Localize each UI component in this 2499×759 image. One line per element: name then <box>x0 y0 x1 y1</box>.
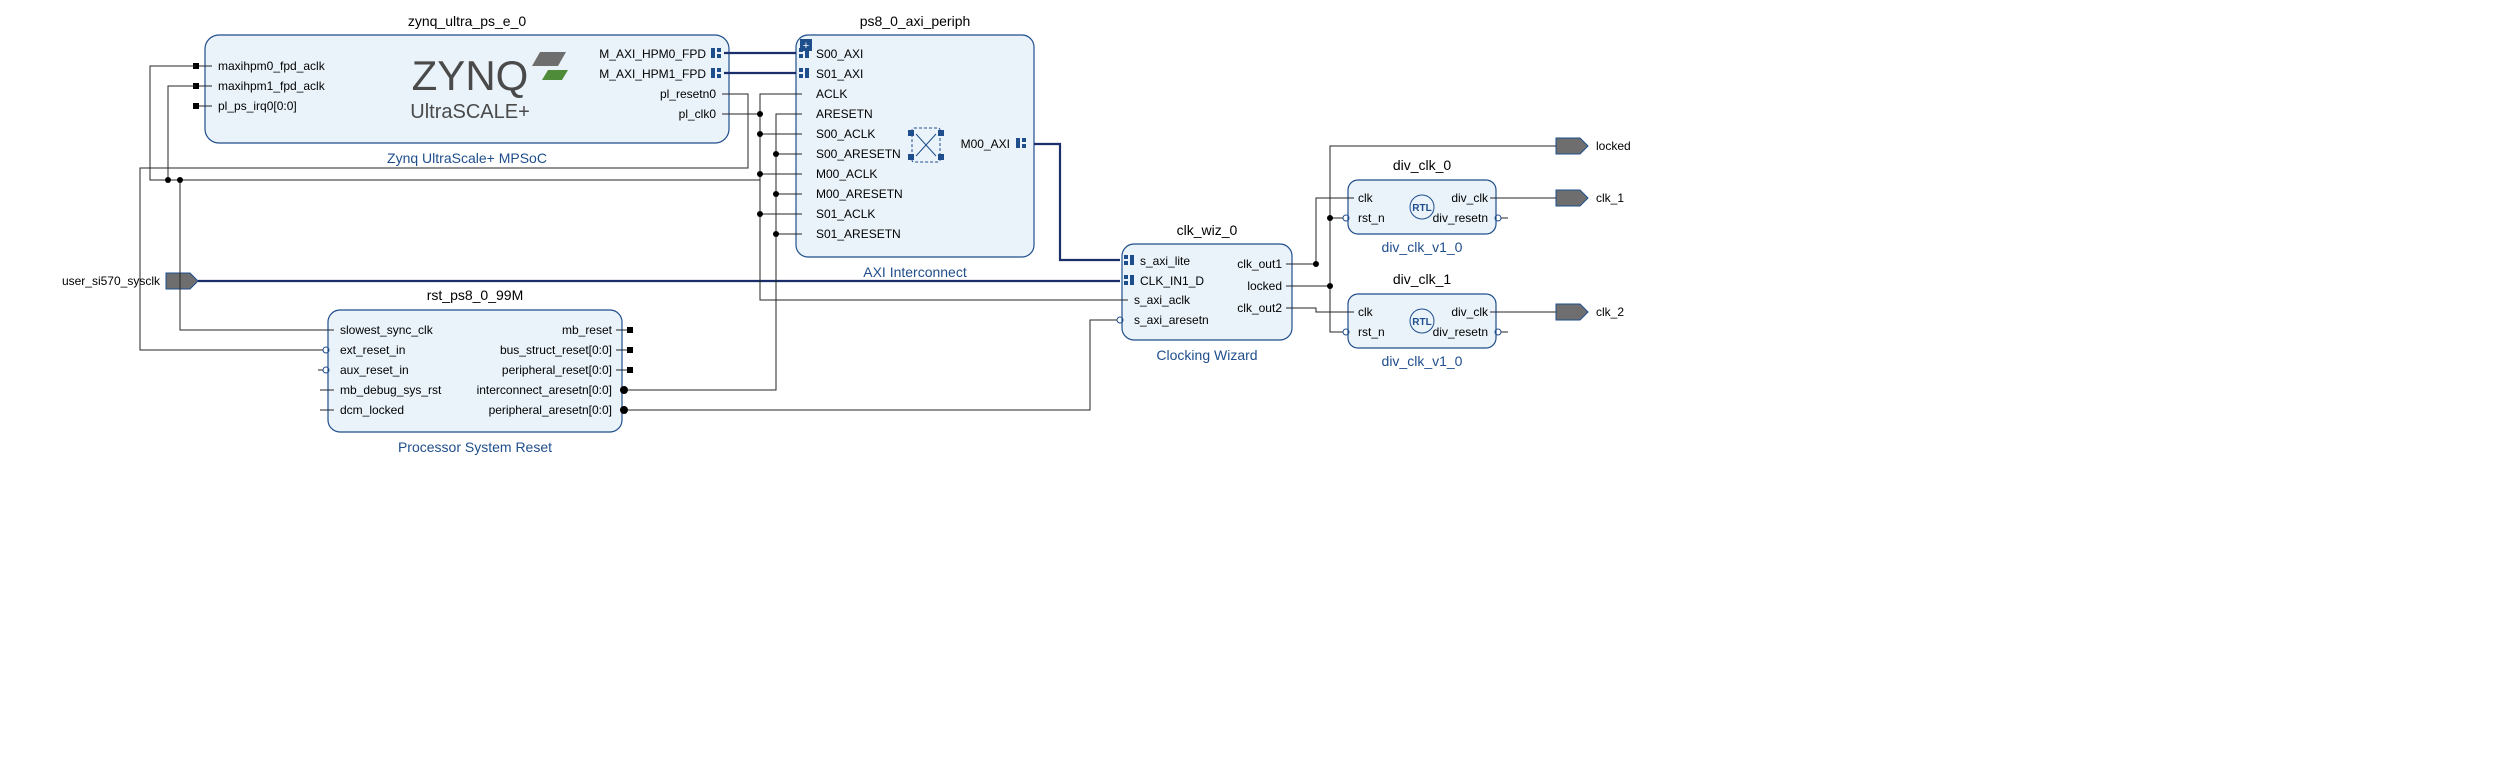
divclk0-port-clk: clk <box>1358 191 1374 205</box>
svg-text:ext_reset_in: ext_reset_in <box>340 343 405 357</box>
zynq-type: Zynq UltraScale+ MPSoC <box>387 150 547 166</box>
svg-text:clk_1: clk_1 <box>1596 191 1624 205</box>
svg-text:S00_AXI: S00_AXI <box>816 47 863 61</box>
svg-text:S01_ARESETN: S01_ARESETN <box>816 227 901 241</box>
divclk0-type: div_clk_v1_0 <box>1382 239 1463 255</box>
divclk0-instance: div_clk_0 <box>1393 157 1452 173</box>
svg-text:interconnect_aresetn[0:0]: interconnect_aresetn[0:0] <box>477 383 612 397</box>
svg-text:aux_reset_in: aux_reset_in <box>340 363 409 377</box>
clkwiz-type: Clocking Wizard <box>1156 347 1257 363</box>
reset-type: Processor System Reset <box>398 439 552 455</box>
svg-text:maxihpm1_fpd_aclk: maxihpm1_fpd_aclk <box>218 79 326 93</box>
svg-text:M_AXI_HPM0_FPD: M_AXI_HPM0_FPD <box>599 47 706 61</box>
svg-text:s_axi_aclk: s_axi_aclk <box>1134 293 1191 307</box>
rtl-badge-2: RTL <box>1412 317 1431 328</box>
svg-text:ACLK: ACLK <box>816 87 847 101</box>
svg-text:peripheral_aresetn[0:0]: peripheral_aresetn[0:0] <box>489 403 612 417</box>
external-output-clk2: clk_2 <box>1556 304 1624 320</box>
svg-text:S01_AXI: S01_AXI <box>816 67 863 81</box>
svg-text:S00_ARESETN: S00_ARESETN <box>816 147 901 161</box>
svg-text:s_axi_lite: s_axi_lite <box>1140 254 1190 268</box>
block-divclk0[interactable]: div_clk_0 clk rst_n div_clk div_resetn R… <box>1338 157 1508 255</box>
block-divclk1[interactable]: div_clk_1 clk rst_n div_clk div_resetn R… <box>1338 271 1508 369</box>
svg-text:ZYNQ: ZYNQ <box>412 52 529 99</box>
svg-text:locked: locked <box>1596 139 1631 153</box>
svg-text:dcm_locked: dcm_locked <box>340 403 404 417</box>
svg-text:peripheral_reset[0:0]: peripheral_reset[0:0] <box>502 363 612 377</box>
svg-text:user_si570_sysclk: user_si570_sysclk <box>62 274 161 288</box>
svg-text:clk_out2: clk_out2 <box>1237 301 1282 315</box>
rtl-badge: RTL <box>1412 203 1431 214</box>
block-reset[interactable]: rst_ps8_0_99M slowest_sync_clk ext_reset… <box>318 287 636 455</box>
divclk1-port-divclk: div_clk <box>1451 305 1489 319</box>
svg-text:mb_reset: mb_reset <box>562 323 613 337</box>
svg-text:bus_struct_reset[0:0]: bus_struct_reset[0:0] <box>500 343 612 357</box>
svg-text:UltraSCALE+: UltraSCALE+ <box>410 101 530 123</box>
external-input-port: user_si570_sysclk <box>62 273 198 289</box>
svg-text:maxihpm0_fpd_aclk: maxihpm0_fpd_aclk <box>218 59 326 73</box>
svg-text:M00_ACLK: M00_ACLK <box>816 167 877 181</box>
svg-text:pl_resetn0: pl_resetn0 <box>660 87 716 101</box>
svg-text:M_AXI_HPM1_FPD: M_AXI_HPM1_FPD <box>599 67 706 81</box>
svg-text:clk_out1: clk_out1 <box>1237 257 1282 271</box>
divclk1-type: div_clk_v1_0 <box>1382 353 1463 369</box>
external-output-locked: locked <box>1556 138 1631 154</box>
svg-text:S01_ACLK: S01_ACLK <box>816 207 875 221</box>
divclk0-port-rstn: rst_n <box>1358 211 1385 225</box>
reset-instance: rst_ps8_0_99M <box>427 287 524 303</box>
divclk1-port-rstn: rst_n <box>1358 325 1385 339</box>
svg-text:locked: locked <box>1247 279 1282 293</box>
divclk1-port-clk: clk <box>1358 305 1374 319</box>
svg-text:s_axi_aresetn: s_axi_aresetn <box>1134 313 1209 327</box>
block-zynq[interactable]: zynq_ultra_ps_e_0 maxihpm0_fpd_aclk maxi… <box>193 13 736 166</box>
zynq-instance: zynq_ultra_ps_e_0 <box>408 13 527 29</box>
svg-text:ARESETN: ARESETN <box>816 107 873 121</box>
block-clkwiz[interactable]: clk_wiz_0 s_axi_lite CLK_IN1_D s_axi_acl… <box>1112 222 1300 363</box>
block-diagram: zynq_ultra_ps_e_0 maxihpm0_fpd_aclk maxi… <box>0 0 2499 759</box>
block-interconnect[interactable]: ps8_0_axi_periph + S00_AXI S01_AXI ACLK … <box>788 13 1034 280</box>
interconnect-instance: ps8_0_axi_periph <box>860 13 971 29</box>
svg-text:mb_debug_sys_rst: mb_debug_sys_rst <box>340 383 442 397</box>
svg-text:pl_clk0: pl_clk0 <box>679 107 717 121</box>
svg-text:pl_ps_irq0[0:0]: pl_ps_irq0[0:0] <box>218 99 297 113</box>
divclk0-port-divclk: div_clk <box>1451 191 1489 205</box>
interconnect-port-right: M00_AXI <box>961 137 1010 151</box>
svg-text:slowest_sync_clk: slowest_sync_clk <box>340 323 434 337</box>
svg-text:CLK_IN1_D: CLK_IN1_D <box>1140 274 1204 288</box>
divclk0-port-divrst: div_resetn <box>1433 211 1488 225</box>
clkwiz-instance: clk_wiz_0 <box>1177 222 1238 238</box>
divclk1-instance: div_clk_1 <box>1393 271 1452 287</box>
svg-text:M00_ARESETN: M00_ARESETN <box>816 187 903 201</box>
svg-text:S00_ACLK: S00_ACLK <box>816 127 875 141</box>
external-output-clk1: clk_1 <box>1556 190 1624 206</box>
interconnect-type: AXI Interconnect <box>863 264 967 280</box>
divclk1-port-divrst: div_resetn <box>1433 325 1488 339</box>
svg-text:clk_2: clk_2 <box>1596 305 1624 319</box>
